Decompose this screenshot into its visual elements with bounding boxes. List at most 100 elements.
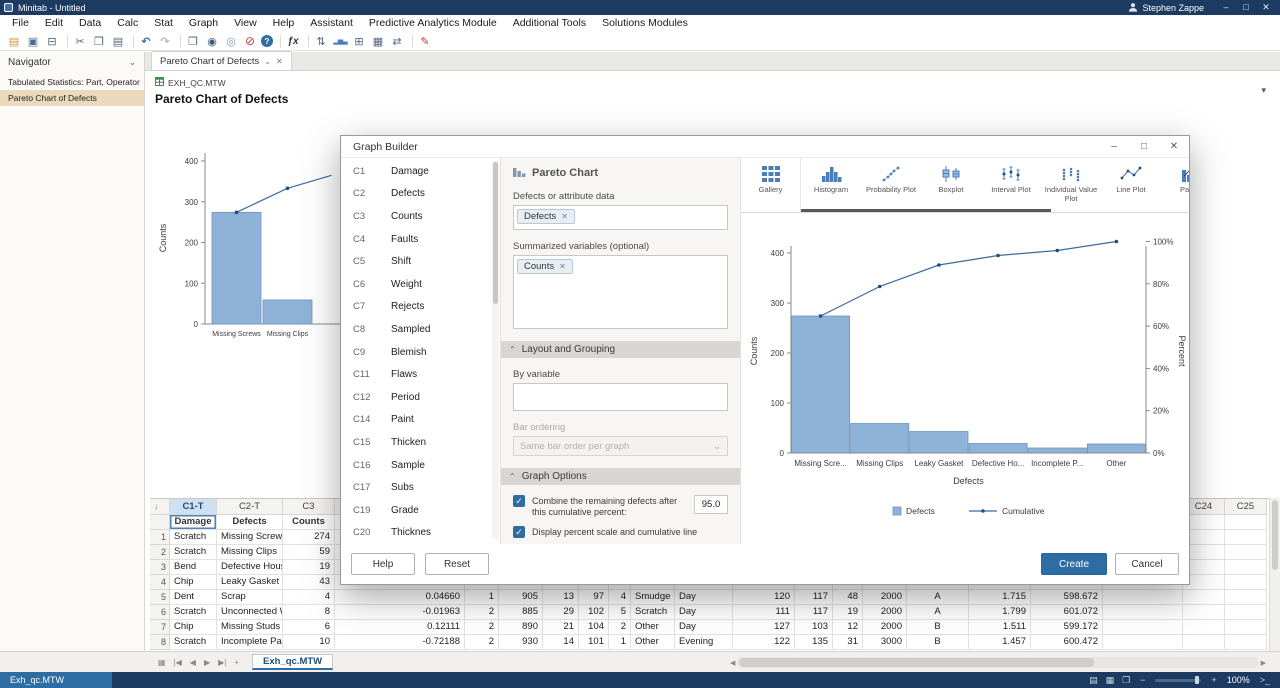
worksheet-cell[interactable]: Scratch: [170, 635, 217, 650]
row-header[interactable]: 7: [150, 620, 170, 635]
menu-item[interactable]: File: [4, 15, 37, 32]
worksheet-cell[interactable]: 0.12111: [335, 620, 465, 635]
toolbar-icon[interactable]: ▤: [6, 34, 22, 49]
worksheet-list-icon[interactable]: ▦: [155, 658, 169, 667]
statusbar-icon[interactable]: ❒: [1122, 675, 1130, 686]
chip-remove-icon[interactable]: ✕: [561, 212, 568, 221]
worksheet-cell[interactable]: 2: [465, 605, 499, 620]
column-list-item[interactable]: C19 Grade: [341, 499, 500, 522]
toolbar-icon[interactable]: ↶: [138, 34, 154, 49]
worksheet-cell[interactable]: 111: [733, 605, 795, 620]
dialog-close-button[interactable]: ✕: [1159, 136, 1189, 157]
worksheet-cell[interactable]: 2: [465, 635, 499, 650]
gallery-item-pareto[interactable]: Pareto: [1161, 158, 1189, 212]
dialog-minimize-button[interactable]: –: [1099, 136, 1129, 157]
worksheet-cell[interactable]: 5: [609, 605, 631, 620]
column-list-item[interactable]: C3 Counts: [341, 205, 500, 228]
worksheet-cell[interactable]: [1103, 605, 1183, 620]
worksheet-cell[interactable]: B: [907, 620, 969, 635]
worksheet-cell[interactable]: 2000: [863, 620, 907, 635]
zoom-out-icon[interactable]: −: [1140, 675, 1145, 685]
worksheet-cell[interactable]: 19: [833, 605, 863, 620]
column-list-item[interactable]: C8 Sampled: [341, 318, 500, 341]
column-header[interactable]: C3: [283, 499, 335, 515]
worksheet-cell[interactable]: 135: [795, 635, 833, 650]
worksheet-cell[interactable]: -0.01963: [335, 605, 465, 620]
worksheet-cell[interactable]: 102: [579, 605, 609, 620]
menu-item[interactable]: View: [226, 15, 265, 32]
scrollbar-thumb[interactable]: [493, 162, 498, 304]
next-worksheet-icon[interactable]: ▶: [201, 658, 213, 667]
worksheet-cell[interactable]: Bend: [170, 560, 217, 575]
summarized-variable-input[interactable]: Counts ✕: [513, 255, 728, 329]
worksheet-cell[interactable]: 601.072: [1031, 605, 1103, 620]
worksheet-cell[interactable]: [1225, 635, 1267, 650]
statusbar-icon[interactable]: ▦: [1106, 675, 1115, 686]
worksheet-cell[interactable]: Dent: [170, 590, 217, 605]
toolbar-icon[interactable]: ⊟: [44, 34, 60, 49]
section-graph-options[interactable]: ⌃ Graph Options: [501, 468, 740, 485]
worksheet-cell[interactable]: 1.715: [969, 590, 1031, 605]
toolbar-icon[interactable]: ?: [261, 35, 273, 47]
worksheet-cell[interactable]: 599.172: [1031, 620, 1103, 635]
defects-variable-input[interactable]: Defects ✕: [513, 205, 728, 230]
worksheet-cell[interactable]: 43: [283, 575, 335, 590]
maximize-button[interactable]: □: [1236, 2, 1256, 13]
gallery-scrollbar[interactable]: [801, 209, 1051, 212]
zoom-slider-thumb[interactable]: [1195, 676, 1199, 684]
prev-worksheet-icon[interactable]: ◀: [187, 658, 199, 667]
menu-item[interactable]: Graph: [181, 15, 226, 32]
worksheet-cell[interactable]: Incomplete Part: [217, 635, 283, 650]
tab-pareto-chart-of-defects[interactable]: Pareto Chart of Defects ⌄ ✕: [151, 51, 292, 70]
summarized-variable-chip[interactable]: Counts ✕: [517, 259, 573, 274]
select-all-corner[interactable]: ↓: [150, 499, 170, 515]
worksheet-cell[interactable]: 21: [543, 620, 579, 635]
worksheet-cell[interactable]: 48: [833, 590, 863, 605]
worksheet-cell[interactable]: 19: [283, 560, 335, 575]
worksheet-cell[interactable]: 1: [465, 590, 499, 605]
output-collapse-icon[interactable]: ▾: [1261, 85, 1266, 96]
worksheet-cell[interactable]: Defective Housi: [217, 560, 283, 575]
by-variable-input[interactable]: [513, 383, 728, 411]
worksheet-cell[interactable]: 59: [283, 545, 335, 560]
toolbar-icon[interactable]: ⇄: [389, 34, 405, 49]
worksheet-cell[interactable]: 2: [609, 620, 631, 635]
column-list-item[interactable]: C17 Subs: [341, 476, 500, 499]
column-name-cell[interactable]: Counts: [283, 515, 335, 530]
worksheet-cell[interactable]: [1183, 590, 1225, 605]
toolbar-icon[interactable]: [130, 35, 134, 48]
menu-item[interactable]: Predictive Analytics Module: [361, 15, 505, 32]
worksheet-cell[interactable]: [1103, 590, 1183, 605]
worksheet-cell[interactable]: Scrap: [217, 590, 283, 605]
column-list-item[interactable]: C5 Shift: [341, 250, 500, 273]
toolbar-icon[interactable]: ◉: [204, 34, 220, 49]
defects-variable-chip[interactable]: Defects ✕: [517, 209, 575, 224]
scroll-right-icon[interactable]: ▶: [1259, 659, 1268, 667]
statusbar-icon[interactable]: ▤: [1089, 675, 1098, 686]
toolbar-icon[interactable]: ❒: [185, 34, 201, 49]
worksheet-cell[interactable]: Unconnected Wir: [217, 605, 283, 620]
toolbar-icon[interactable]: ⊞: [351, 34, 367, 49]
worksheet-cell[interactable]: 3000: [863, 635, 907, 650]
column-list-item[interactable]: C11 Flaws: [341, 363, 500, 386]
worksheet-cell[interactable]: [1225, 560, 1267, 575]
worksheet-cell[interactable]: 2000: [863, 605, 907, 620]
cancel-button[interactable]: Cancel: [1115, 553, 1179, 575]
toolbar-icon[interactable]: ▣: [25, 34, 41, 49]
dialog-maximize-button[interactable]: □: [1129, 136, 1159, 157]
column-name-cell[interactable]: Defects: [217, 515, 283, 530]
worksheet-cell[interactable]: 117: [795, 605, 833, 620]
worksheet-cell[interactable]: 12: [833, 620, 863, 635]
menu-item[interactable]: Additional Tools: [505, 15, 594, 32]
column-list-item[interactable]: C4 Faults: [341, 228, 500, 251]
row-header[interactable]: 5: [150, 590, 170, 605]
chip-remove-icon[interactable]: ✕: [559, 262, 566, 271]
column-header[interactable]: C2-T: [217, 499, 283, 515]
menu-item[interactable]: Data: [71, 15, 109, 32]
worksheet-cell[interactable]: 122: [733, 635, 795, 650]
worksheet-cell[interactable]: A: [907, 590, 969, 605]
menu-item[interactable]: Solutions Modules: [594, 15, 696, 32]
worksheet-cell[interactable]: Chip: [170, 575, 217, 590]
worksheet-cell[interactable]: 600.472: [1031, 635, 1103, 650]
worksheet-cell[interactable]: Scratch: [631, 605, 675, 620]
